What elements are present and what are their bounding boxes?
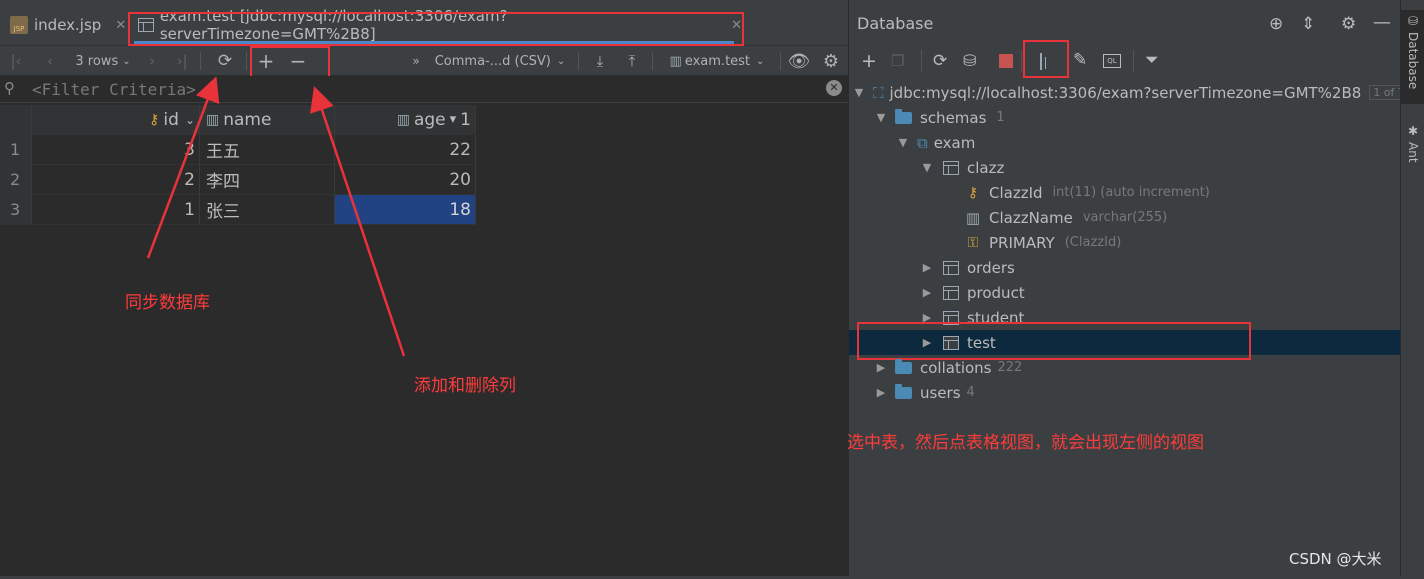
tree-connection[interactable]: ▼ ⛶ jdbc:mysql://localhost:3306/exam?ser… xyxy=(849,80,1409,105)
query-console-icon[interactable]: QL xyxy=(1103,54,1121,68)
arrow-to-add-remove xyxy=(310,86,406,357)
annotation-arrows xyxy=(146,76,406,357)
separator xyxy=(921,50,922,72)
arrow-to-refresh xyxy=(146,76,220,259)
folder-icon xyxy=(895,383,912,399)
tree-index-primary[interactable]: ⚿ PRIMARY (ClazzId) xyxy=(849,230,1122,255)
watermark: CSDN @大米 xyxy=(1289,550,1382,568)
table-icon xyxy=(943,260,959,275)
folder-icon xyxy=(895,108,912,124)
database-tool-button[interactable]: ⛁ Database xyxy=(1401,10,1424,104)
filter-icon[interactable]: ⏷ xyxy=(1145,50,1159,70)
table-icon xyxy=(943,285,959,300)
expand-right-icon[interactable]: ▶ xyxy=(921,286,933,299)
refresh-icon[interactable]: ⟳ xyxy=(933,51,947,71)
tree-table-orders[interactable]: ▶ orders xyxy=(849,255,1015,280)
tree-column-clazzid[interactable]: ⚷ ClazzId int(11) (auto increment) xyxy=(849,180,1210,205)
ant-icon: ✱ xyxy=(1407,124,1419,138)
add-icon[interactable]: + xyxy=(861,50,877,72)
minimize-icon[interactable]: — xyxy=(1373,12,1391,33)
expand-down-icon[interactable]: ▼ xyxy=(921,161,933,174)
copy-icon[interactable]: ❐ xyxy=(891,52,904,70)
edit-icon[interactable]: ✎ xyxy=(1073,50,1087,70)
editor-area: JSP index.jsp ✕ exam.test [jdbc:mysql://… xyxy=(0,0,848,579)
expand-down-icon[interactable]: ▼ xyxy=(875,111,887,124)
separator xyxy=(1133,50,1134,72)
ant-tool-button[interactable]: ✱ Ant xyxy=(1401,124,1424,174)
database-toolbar: + ❐ ⟳ ⛁ ✎ QL ⏷ xyxy=(849,40,1401,78)
primary-key-column-icon: ⚷ xyxy=(967,184,979,201)
gear-icon[interactable]: ⚙ xyxy=(1341,14,1356,34)
tree-schemas[interactable]: ▼ schemas 1 xyxy=(849,105,1005,130)
folder-icon xyxy=(895,358,912,374)
database-panel: Database ⊕ ⇕ ⚙ — + ❐ ⟳ ⛁ ✎ QL ⏷ ▼ ⛶ jdbc… xyxy=(847,0,1409,579)
database-icon: ⛁ xyxy=(1407,14,1419,28)
expand-down-icon[interactable]: ▼ xyxy=(853,86,865,99)
mysql-connection-icon: ⛶ xyxy=(873,83,884,102)
annotation-select-table: 选中表，然后点表格视图，就会出现左侧的视图 xyxy=(847,433,1204,453)
schema-icon: ⧉ xyxy=(917,133,928,152)
target-icon[interactable]: ⊕ xyxy=(1269,14,1283,34)
table-icon xyxy=(943,160,959,175)
panel-title: Database xyxy=(857,13,934,33)
database-panel-header: Database ⊕ ⇕ ⚙ — xyxy=(849,0,1401,46)
highlight-box-table-view xyxy=(1023,40,1069,78)
expand-down-icon[interactable]: ▼ xyxy=(897,136,909,149)
schema-sync-icon[interactable]: ⛁ xyxy=(963,51,976,70)
tree-table-clazz[interactable]: ▼ clazz xyxy=(849,155,1005,180)
separator xyxy=(1021,50,1022,72)
tree-collations[interactable]: ▶ collations 222 xyxy=(849,355,1022,380)
tree-schema-exam[interactable]: ▼ ⧉ exam xyxy=(849,130,976,155)
stop-icon[interactable] xyxy=(999,54,1013,68)
column-icon: ▥ xyxy=(965,208,981,227)
key-icon: ⚿ xyxy=(967,234,979,251)
expand-right-icon[interactable]: ▶ xyxy=(921,261,933,274)
tree-users[interactable]: ▶ users 4 xyxy=(849,380,975,405)
tool-window-strip: ⛁ Database ✱ Ant xyxy=(1400,0,1424,579)
tree-table-product[interactable]: ▶ product xyxy=(849,280,1025,305)
expand-right-icon[interactable]: ▶ xyxy=(875,386,887,399)
tree-column-clazzname[interactable]: ▥ ClazzName varchar(255) xyxy=(849,205,1167,230)
expand-right-icon[interactable]: ▶ xyxy=(875,361,887,374)
collapse-all-icon[interactable]: ⇕ xyxy=(1301,14,1315,34)
